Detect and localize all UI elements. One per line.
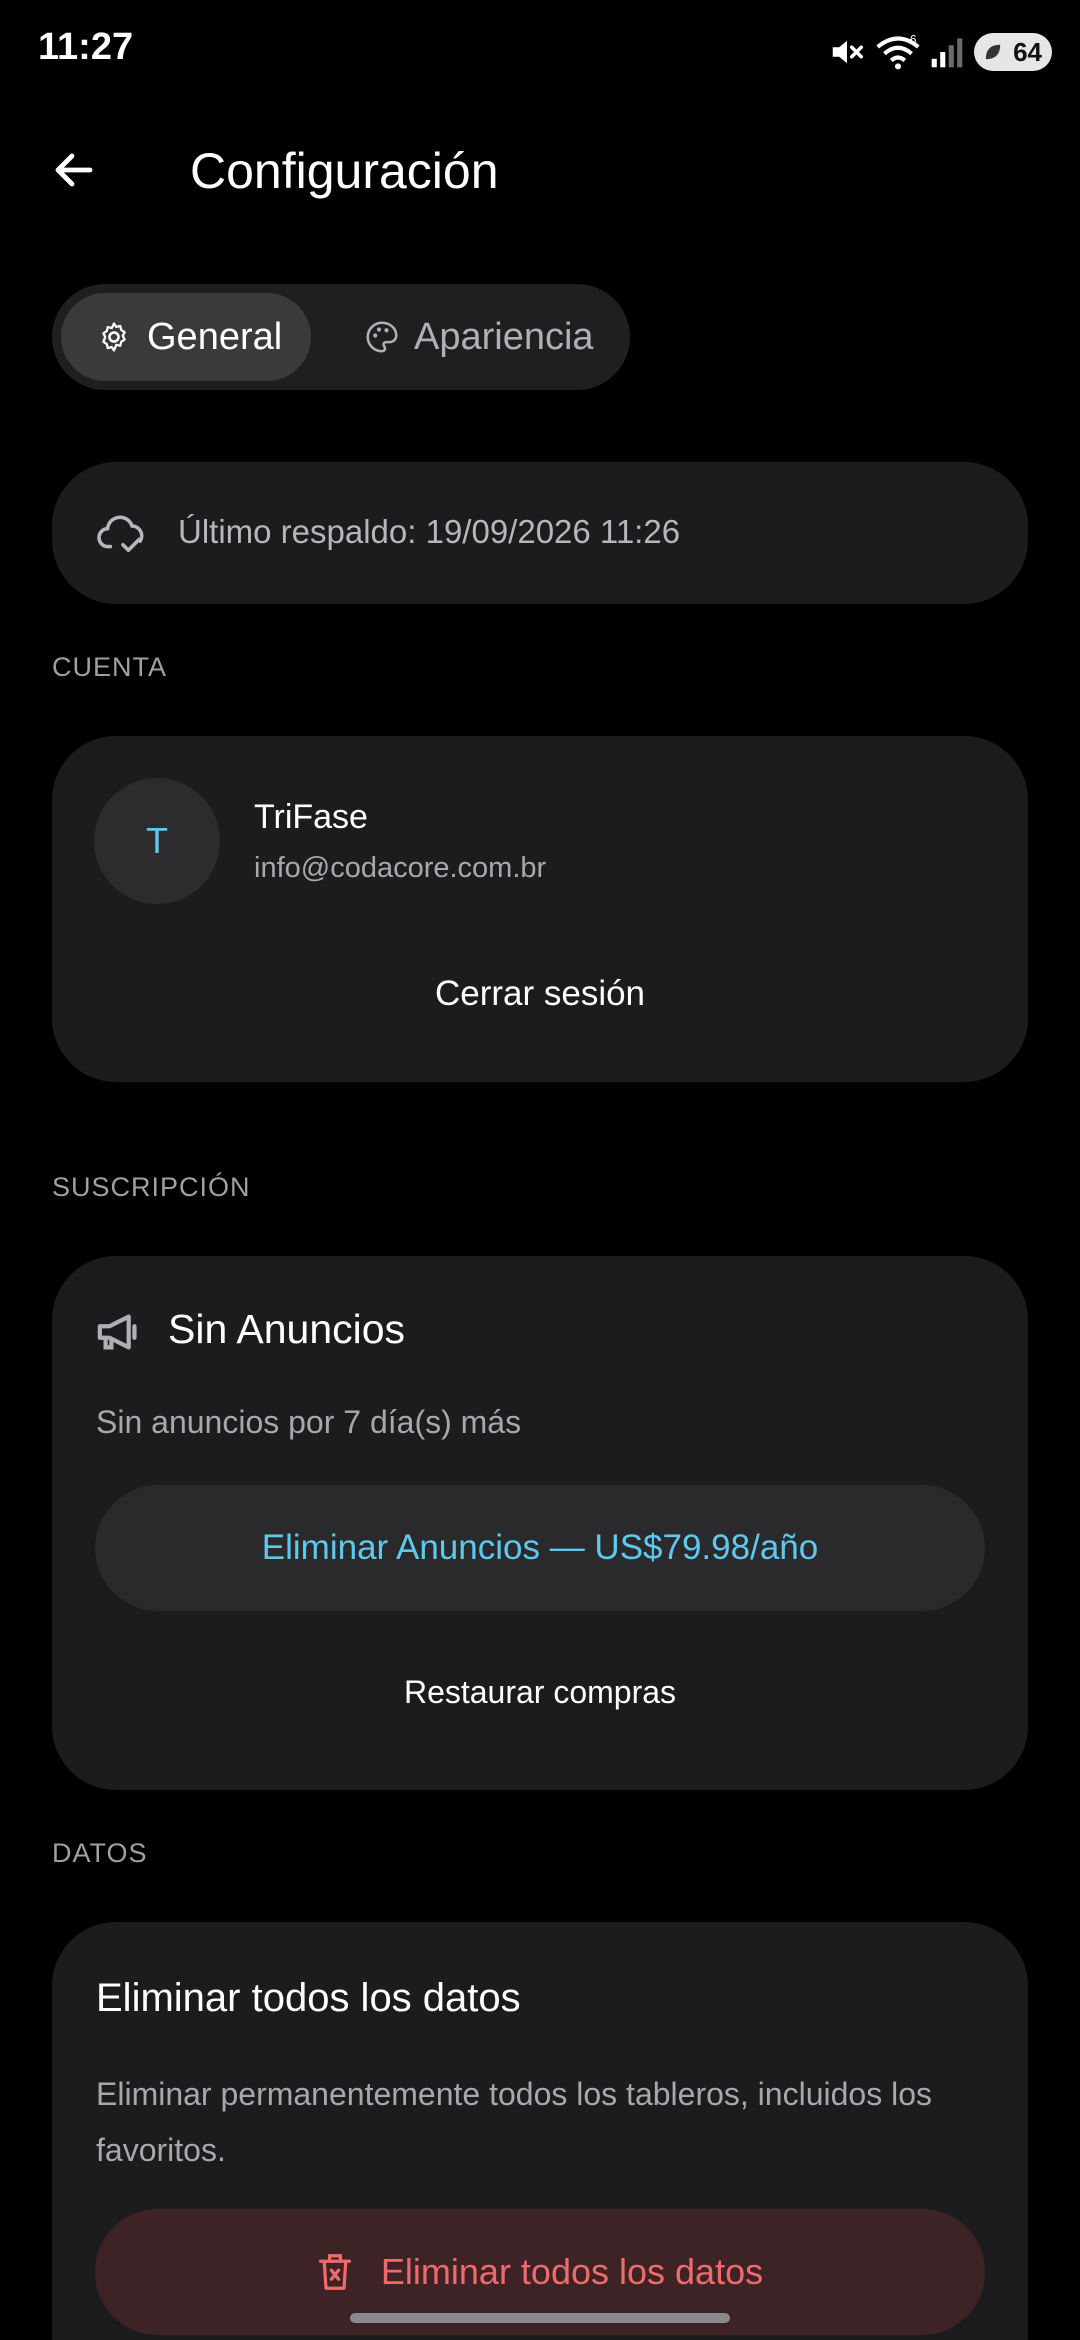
- wifi-badge: 6: [910, 33, 917, 47]
- settings-tabs: General Apariencia: [52, 284, 630, 390]
- last-backup-text: Último respaldo: 19/09/2026 11:26: [178, 513, 681, 550]
- data-card: Eliminar todos los datos Eliminar perman…: [52, 1922, 1028, 2340]
- subscription-description: Sin anuncios por 7 día(s) más: [96, 1404, 522, 1440]
- delete-data-title: Eliminar todos los datos: [96, 1976, 521, 2020]
- megaphone-icon: [97, 1314, 137, 1350]
- status-bar: 11:27 6 64: [0, 0, 1080, 100]
- back-button[interactable]: [44, 140, 104, 200]
- remove-ads-button[interactable]: Eliminar Anuncios — US$79.98/año: [95, 1485, 985, 1611]
- section-label-account: CUENTA: [52, 652, 168, 682]
- account-email: info@codacore.com.br: [254, 852, 547, 884]
- signal-icon: [931, 38, 963, 68]
- account-name: TriFase: [254, 798, 368, 836]
- tab-appearance-label: Apariencia: [414, 315, 594, 358]
- tab-appearance[interactable]: Apariencia: [318, 293, 618, 381]
- arrow-back-icon: [55, 153, 93, 187]
- delete-data-description: Eliminar permanentemente todos los table…: [96, 2076, 932, 2168]
- backup-status-card: Último respaldo: 19/09/2026 11:26: [52, 462, 1028, 604]
- palette-icon: [366, 321, 398, 353]
- cloud-check-icon: [97, 515, 144, 552]
- gear-icon: [102, 322, 126, 352]
- mute-icon: [832, 40, 863, 64]
- section-label-subscription: SUSCRIPCIÓN: [52, 1172, 251, 1202]
- subscription-card: Sin Anuncios Sin anuncios por 7 día(s) m…: [52, 1256, 1028, 1790]
- status-time: 11:27: [38, 26, 134, 68]
- battery-indicator: 64: [974, 33, 1052, 71]
- avatar: T: [94, 778, 220, 904]
- status-icons: 6 64: [828, 30, 1052, 74]
- page-title: Configuración: [190, 143, 499, 199]
- trash-icon: [318, 2254, 351, 2290]
- battery-saver-icon: [985, 44, 1001, 60]
- account-card: T TriFase info@codacore.com.br Cerrar se…: [52, 736, 1028, 1082]
- logout-button[interactable]: Cerrar sesión: [52, 954, 1028, 1034]
- section-label-data: DATOS: [52, 1838, 148, 1868]
- delete-all-data-label: Eliminar todos los datos: [380, 2251, 764, 2292]
- subscription-title: Sin Anuncios: [168, 1306, 406, 1352]
- battery-level: 64: [1013, 36, 1042, 67]
- tab-general[interactable]: General: [61, 293, 311, 381]
- app-header: Configuración: [0, 120, 1080, 220]
- tab-general-label: General: [147, 315, 283, 358]
- wifi-icon: 6: [876, 33, 920, 70]
- restore-purchases-button[interactable]: Restaurar compras: [52, 1652, 1028, 1732]
- home-indicator[interactable]: [350, 2313, 730, 2323]
